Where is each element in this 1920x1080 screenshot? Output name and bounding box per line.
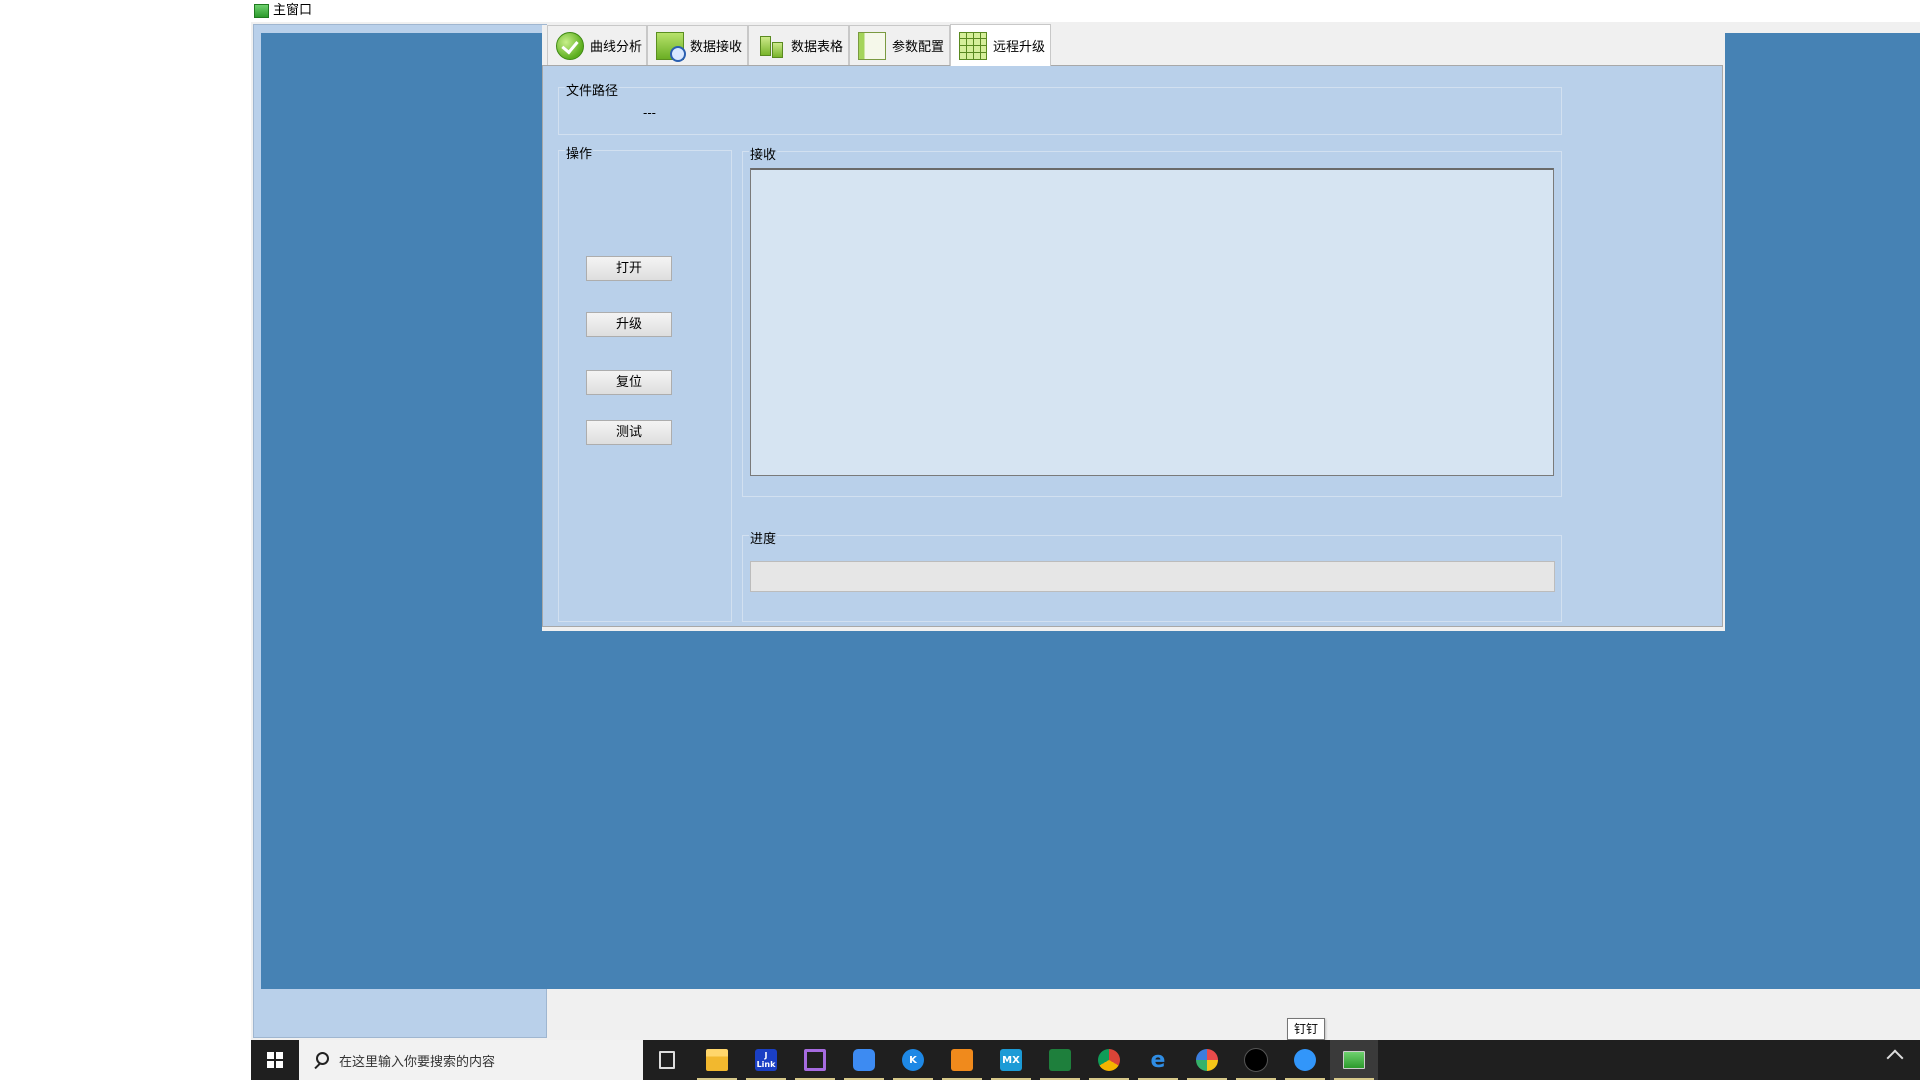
search-placeholder: 在这里输入你要搜索的内容 bbox=[339, 1054, 496, 1070]
windows-logo-icon bbox=[267, 1052, 283, 1068]
reset-button[interactable]: 复位 bbox=[586, 370, 672, 395]
document-icon bbox=[858, 31, 886, 60]
flower-icon bbox=[1196, 1049, 1218, 1071]
window-title: 主窗口 bbox=[273, 3, 313, 18]
taskbar-visual-studio[interactable] bbox=[791, 1040, 839, 1080]
dingtalk-icon bbox=[1294, 1049, 1316, 1071]
check-icon bbox=[556, 31, 584, 60]
taskbar-green-app[interactable] bbox=[1036, 1040, 1084, 1080]
tab-label: 数据接收 bbox=[690, 40, 743, 55]
green-app-icon bbox=[1049, 1049, 1071, 1071]
tab-curve-analysis[interactable]: 曲线分析 bbox=[547, 25, 647, 65]
taskbar-colorful-app[interactable] bbox=[1183, 1040, 1231, 1080]
file-path-group bbox=[558, 87, 1562, 135]
taskbar-dingtalk[interactable] bbox=[1281, 1040, 1329, 1080]
start-button[interactable] bbox=[251, 1040, 299, 1080]
stm32cubemx-icon: MX bbox=[1000, 1049, 1022, 1071]
task-view-button[interactable] bbox=[643, 1040, 691, 1080]
taskbar-search-box[interactable]: 在这里输入你要搜索的内容 bbox=[299, 1040, 643, 1080]
tab-label: 曲线分析 bbox=[590, 40, 643, 55]
task-view-icon bbox=[659, 1051, 675, 1069]
folder-icon bbox=[706, 1049, 728, 1071]
operations-label: 操作 bbox=[565, 143, 594, 162]
taskbar-tooltip: 钉钉 bbox=[1287, 1018, 1326, 1040]
tab-label: 数据表格 bbox=[791, 40, 844, 55]
receive-textarea[interactable] bbox=[750, 168, 1554, 476]
progress-bar bbox=[750, 561, 1555, 592]
search-icon bbox=[313, 1052, 329, 1068]
tab-data-receive[interactable]: 数据接收 bbox=[647, 25, 748, 65]
taskbar-jlink[interactable]: J Link bbox=[742, 1040, 790, 1080]
taskbar-chrome[interactable] bbox=[1085, 1040, 1133, 1080]
dark-app-icon bbox=[1244, 1048, 1268, 1072]
taskbar-stm32cubemx[interactable]: MX bbox=[987, 1040, 1035, 1080]
taskbar-feishu[interactable] bbox=[840, 1040, 888, 1080]
bar-chart-icon bbox=[757, 32, 785, 60]
orange-app-icon bbox=[951, 1049, 973, 1071]
receive-icon bbox=[656, 31, 686, 62]
progress-label: 进度 bbox=[749, 528, 778, 547]
tab-remote-upgrade[interactable]: 远程升级 bbox=[950, 24, 1051, 66]
open-button[interactable]: 打开 bbox=[586, 256, 672, 281]
grid-table-icon bbox=[959, 31, 987, 60]
test-button[interactable]: 测试 bbox=[586, 420, 672, 445]
taskbar-file-explorer[interactable] bbox=[693, 1040, 741, 1080]
tab-label: 参数配置 bbox=[892, 40, 945, 55]
receive-label: 接收 bbox=[749, 144, 778, 163]
taskbar-kugou[interactable]: K bbox=[889, 1040, 937, 1080]
feishu-icon bbox=[853, 1049, 875, 1071]
file-path-label: 文件路径 bbox=[565, 80, 620, 99]
title-bar[interactable]: 主窗口 bbox=[251, 0, 1920, 22]
chrome-icon bbox=[1098, 1049, 1120, 1071]
taskbar-dark-app[interactable] bbox=[1232, 1040, 1280, 1080]
jlink-icon: J Link bbox=[755, 1049, 777, 1071]
visual-studio-icon bbox=[804, 1049, 826, 1071]
taskbar-main-app[interactable] bbox=[1330, 1040, 1378, 1080]
file-path-value: --- bbox=[643, 106, 656, 120]
app-icon bbox=[254, 4, 269, 18]
tab-data-table[interactable]: 数据表格 bbox=[748, 25, 849, 65]
tab-parameter-config[interactable]: 参数配置 bbox=[849, 25, 950, 65]
upgrade-button[interactable]: 升级 bbox=[586, 312, 672, 337]
taskbar-orange-app[interactable] bbox=[938, 1040, 986, 1080]
kugou-icon: K bbox=[902, 1049, 924, 1071]
taskbar-edge[interactable]: e bbox=[1134, 1040, 1182, 1080]
tab-label: 远程升级 bbox=[993, 40, 1046, 55]
main-app-icon bbox=[1343, 1051, 1365, 1069]
edge-icon: e bbox=[1150, 1047, 1166, 1073]
